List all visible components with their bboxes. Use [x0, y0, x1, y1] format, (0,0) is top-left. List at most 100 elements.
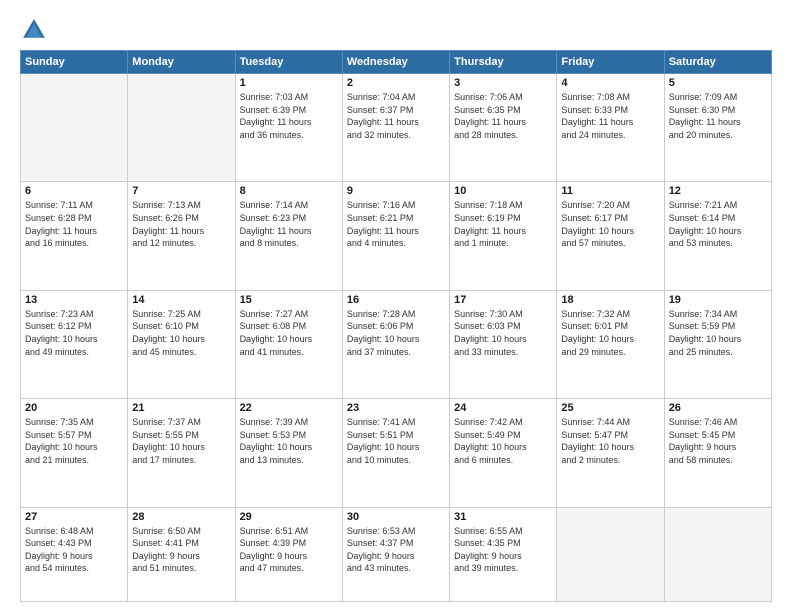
- day-number: 17: [454, 294, 552, 306]
- day-number: 11: [561, 185, 659, 197]
- day-info: Sunrise: 6:55 AM Sunset: 4:35 PM Dayligh…: [454, 525, 552, 575]
- weekday-header-thursday: Thursday: [450, 51, 557, 74]
- day-number: 29: [240, 511, 338, 523]
- calendar-cell: [21, 74, 128, 182]
- day-number: 25: [561, 402, 659, 414]
- day-info: Sunrise: 7:20 AM Sunset: 6:17 PM Dayligh…: [561, 199, 659, 249]
- calendar-cell: 3 Sunrise: 7:06 AM Sunset: 6:35 PM Daylig…: [450, 74, 557, 182]
- day-number: 21: [132, 402, 230, 414]
- calendar-cell: 27Sunrise: 6:48 AM Sunset: 4:43 PM Dayli…: [21, 507, 128, 601]
- day-number: 8: [240, 185, 338, 197]
- calendar-cell: 20 Sunrise: 7:35 AM Sunset: 5:57 PM Dayli…: [21, 399, 128, 507]
- day-number: 4: [561, 77, 659, 89]
- calendar-cell: 14Sunrise: 7:25 AM Sunset: 6:10 PM Dayli…: [128, 290, 235, 398]
- day-info: Sunrise: 7:13 AM Sunset: 6:26 PM Dayligh…: [132, 199, 230, 249]
- day-number: 20: [25, 402, 123, 414]
- calendar-cell: 6 Sunrise: 7:11 AM Sunset: 6:28 PM Daylig…: [21, 182, 128, 290]
- calendar-cell: 9 Sunrise: 7:16 AM Sunset: 6:21 PM Daylig…: [342, 182, 449, 290]
- calendar-cell: 24 Sunrise: 7:42 AM Sunset: 5:49 PM Dayli…: [450, 399, 557, 507]
- weekday-header-tuesday: Tuesday: [235, 51, 342, 74]
- day-number: 13: [25, 294, 123, 306]
- weekday-header-wednesday: Wednesday: [342, 51, 449, 74]
- day-info: Sunrise: 7:28 AM Sunset: 6:06 PM Dayligh…: [347, 308, 445, 358]
- day-info: Sunrise: 7:09 AM Sunset: 6:30 PM Dayligh…: [669, 91, 767, 141]
- weekday-header-row: SundayMondayTuesdayWednesdayThursdayFrid…: [21, 51, 772, 74]
- day-info: Sunrise: 7:16 AM Sunset: 6:21 PM Dayligh…: [347, 199, 445, 249]
- week-row-4: 20 Sunrise: 7:35 AM Sunset: 5:57 PM Dayli…: [21, 399, 772, 507]
- calendar-cell: 18 Sunrise: 7:32 AM Sunset: 6:01 PM Dayli…: [557, 290, 664, 398]
- day-number: 22: [240, 402, 338, 414]
- calendar-cell: 16 Sunrise: 7:28 AM Sunset: 6:06 PM Dayli…: [342, 290, 449, 398]
- calendar-cell: 17 Sunrise: 7:30 AM Sunset: 6:03 PM Dayli…: [450, 290, 557, 398]
- weekday-header-sunday: Sunday: [21, 51, 128, 74]
- day-info: Sunrise: 7:44 AM Sunset: 5:47 PM Dayligh…: [561, 416, 659, 466]
- day-number: 10: [454, 185, 552, 197]
- day-info: Sunrise: 7:37 AM Sunset: 5:55 PM Dayligh…: [132, 416, 230, 466]
- day-info: Sunrise: 7:08 AM Sunset: 6:33 PM Dayligh…: [561, 91, 659, 141]
- day-info: Sunrise: 6:53 AM Sunset: 4:37 PM Dayligh…: [347, 525, 445, 575]
- calendar-cell: 2Sunrise: 7:04 AM Sunset: 6:37 PM Daylig…: [342, 74, 449, 182]
- day-info: Sunrise: 7:11 AM Sunset: 6:28 PM Dayligh…: [25, 199, 123, 249]
- day-number: 3: [454, 77, 552, 89]
- day-info: Sunrise: 7:06 AM Sunset: 6:35 PM Dayligh…: [454, 91, 552, 141]
- day-info: Sunrise: 7:32 AM Sunset: 6:01 PM Dayligh…: [561, 308, 659, 358]
- day-info: Sunrise: 7:35 AM Sunset: 5:57 PM Dayligh…: [25, 416, 123, 466]
- week-row-1: 1 Sunrise: 7:03 AM Sunset: 6:39 PM Daylig…: [21, 74, 772, 182]
- day-number: 6: [25, 185, 123, 197]
- calendar-cell: 13 Sunrise: 7:23 AM Sunset: 6:12 PM Dayli…: [21, 290, 128, 398]
- calendar-cell: 12 Sunrise: 7:21 AM Sunset: 6:14 PM Dayli…: [664, 182, 771, 290]
- day-number: 9: [347, 185, 445, 197]
- day-number: 19: [669, 294, 767, 306]
- day-info: Sunrise: 7:21 AM Sunset: 6:14 PM Dayligh…: [669, 199, 767, 249]
- calendar-cell: 30Sunrise: 6:53 AM Sunset: 4:37 PM Dayli…: [342, 507, 449, 601]
- calendar-cell: 10 Sunrise: 7:18 AM Sunset: 6:19 PM Dayli…: [450, 182, 557, 290]
- week-row-3: 13 Sunrise: 7:23 AM Sunset: 6:12 PM Dayli…: [21, 290, 772, 398]
- day-number: 24: [454, 402, 552, 414]
- calendar-cell: 7 Sunrise: 7:13 AM Sunset: 6:26 PM Daylig…: [128, 182, 235, 290]
- day-number: 31: [454, 511, 552, 523]
- day-number: 2: [347, 77, 445, 89]
- calendar-cell: [664, 507, 771, 601]
- day-number: 12: [669, 185, 767, 197]
- day-info: Sunrise: 7:46 AM Sunset: 5:45 PM Dayligh…: [669, 416, 767, 466]
- weekday-header-monday: Monday: [128, 51, 235, 74]
- calendar-cell: [128, 74, 235, 182]
- day-info: Sunrise: 7:03 AM Sunset: 6:39 PM Dayligh…: [240, 91, 338, 141]
- day-number: 18: [561, 294, 659, 306]
- calendar-cell: 21 Sunrise: 7:37 AM Sunset: 5:55 PM Dayli…: [128, 399, 235, 507]
- day-info: Sunrise: 7:14 AM Sunset: 6:23 PM Dayligh…: [240, 199, 338, 249]
- day-info: Sunrise: 6:51 AM Sunset: 4:39 PM Dayligh…: [240, 525, 338, 575]
- calendar-cell: 4 Sunrise: 7:08 AM Sunset: 6:33 PM Daylig…: [557, 74, 664, 182]
- day-number: 26: [669, 402, 767, 414]
- calendar-cell: 23 Sunrise: 7:41 AM Sunset: 5:51 PM Dayli…: [342, 399, 449, 507]
- day-number: 23: [347, 402, 445, 414]
- day-info: Sunrise: 7:18 AM Sunset: 6:19 PM Dayligh…: [454, 199, 552, 249]
- day-info: Sunrise: 7:30 AM Sunset: 6:03 PM Dayligh…: [454, 308, 552, 358]
- day-number: 28: [132, 511, 230, 523]
- weekday-header-friday: Friday: [557, 51, 664, 74]
- calendar-cell: [557, 507, 664, 601]
- day-info: Sunrise: 6:48 AM Sunset: 4:43 PM Dayligh…: [25, 525, 123, 575]
- calendar-cell: 29 Sunrise: 6:51 AM Sunset: 4:39 PM Dayli…: [235, 507, 342, 601]
- day-info: Sunrise: 7:41 AM Sunset: 5:51 PM Dayligh…: [347, 416, 445, 466]
- day-info: Sunrise: 7:34 AM Sunset: 5:59 PM Dayligh…: [669, 308, 767, 358]
- week-row-5: 27Sunrise: 6:48 AM Sunset: 4:43 PM Dayli…: [21, 507, 772, 601]
- day-number: 16: [347, 294, 445, 306]
- day-number: 1: [240, 77, 338, 89]
- day-number: 5: [669, 77, 767, 89]
- logo: [20, 16, 52, 44]
- day-info: Sunrise: 7:39 AM Sunset: 5:53 PM Dayligh…: [240, 416, 338, 466]
- day-info: Sunrise: 7:23 AM Sunset: 6:12 PM Dayligh…: [25, 308, 123, 358]
- logo-icon: [20, 16, 48, 44]
- calendar-cell: 28 Sunrise: 6:50 AM Sunset: 4:41 PM Dayli…: [128, 507, 235, 601]
- calendar-cell: 31 Sunrise: 6:55 AM Sunset: 4:35 PM Dayli…: [450, 507, 557, 601]
- day-number: 7: [132, 185, 230, 197]
- calendar-cell: 22 Sunrise: 7:39 AM Sunset: 5:53 PM Dayli…: [235, 399, 342, 507]
- calendar-cell: 5 Sunrise: 7:09 AM Sunset: 6:30 PM Daylig…: [664, 74, 771, 182]
- day-info: Sunrise: 6:50 AM Sunset: 4:41 PM Dayligh…: [132, 525, 230, 575]
- day-number: 15: [240, 294, 338, 306]
- day-number: 14: [132, 294, 230, 306]
- day-info: Sunrise: 7:42 AM Sunset: 5:49 PM Dayligh…: [454, 416, 552, 466]
- calendar-cell: 19 Sunrise: 7:34 AM Sunset: 5:59 PM Dayli…: [664, 290, 771, 398]
- calendar-cell: 1 Sunrise: 7:03 AM Sunset: 6:39 PM Daylig…: [235, 74, 342, 182]
